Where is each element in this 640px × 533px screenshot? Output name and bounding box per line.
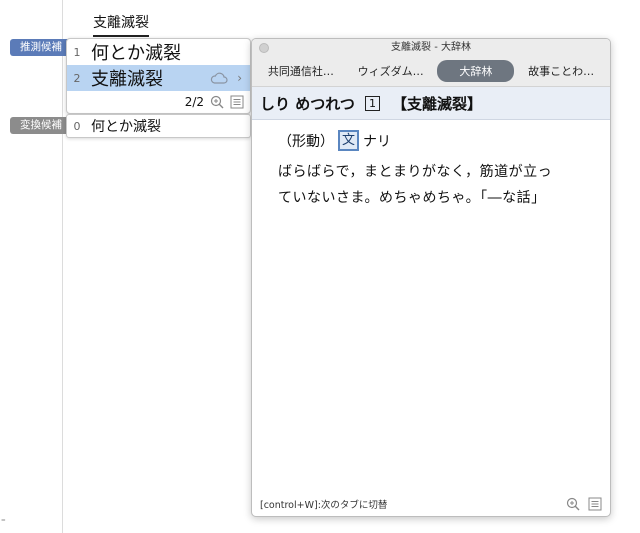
tab-wisdom[interactable]: ウィズダム… bbox=[348, 60, 434, 82]
headword-reading: しり めつれつ bbox=[260, 94, 355, 113]
tab-kyodo[interactable]: 共同通信社… bbox=[258, 60, 344, 82]
prediction-candidate-panel: 1 何とか滅裂 2 支離滅裂 › 2/2 bbox=[66, 38, 251, 114]
candidate-index: 1 bbox=[73, 45, 81, 59]
corner-mark: ⁼ bbox=[0, 515, 7, 528]
composing-text: 支離滅裂 bbox=[93, 14, 149, 37]
candidate-index: 2 bbox=[73, 71, 81, 85]
zoom-in-icon[interactable] bbox=[566, 497, 580, 511]
headword-kanji: 【支離滅裂】 bbox=[391, 94, 482, 113]
dictionary-window-title: 支離滅裂 - 大辞林 bbox=[391, 42, 471, 53]
prediction-label: 推測候補 bbox=[10, 39, 72, 56]
definition-line-2: ていないさま。めちゃめちゃ。「―な話」 bbox=[278, 190, 546, 206]
dictionary-titlebar: 支離滅裂 - 大辞林 bbox=[252, 39, 610, 56]
candidate-text: 何とか滅裂 bbox=[91, 43, 181, 64]
part-of-speech-line: （形動） 文 ナリ bbox=[278, 130, 596, 151]
page-indicator: 2/2 bbox=[184, 95, 204, 109]
candidate-row-1[interactable]: 1 何とか滅裂 bbox=[67, 39, 250, 65]
close-window-button[interactable] bbox=[259, 43, 269, 53]
list-icon[interactable] bbox=[588, 497, 602, 511]
chevron-right-icon[interactable]: › bbox=[237, 71, 242, 85]
cloud-icon bbox=[210, 72, 228, 84]
literary-form-badge: 文 bbox=[338, 130, 359, 151]
candidate-row-2-selected[interactable]: 2 支離滅裂 › bbox=[67, 65, 250, 91]
left-margin-rule bbox=[62, 0, 63, 533]
shortcut-hint: [control+W]:次のタブに切替 bbox=[260, 500, 388, 511]
candidate-index: 0 bbox=[73, 119, 81, 133]
dictionary-footer: [control+W]:次のタブに切替 bbox=[252, 492, 610, 516]
conversion-candidate-panel[interactable]: 0 何とか滅裂 bbox=[66, 114, 251, 138]
definition-line-1: ばらばらで，まとまりがなく，筋道が立っ bbox=[278, 164, 553, 180]
tab-kotowaza[interactable]: 故事ことわ… bbox=[518, 60, 604, 82]
pos-prefix: （形動） bbox=[278, 133, 334, 150]
conversion-label: 変換候補 bbox=[10, 117, 72, 134]
zoom-in-icon[interactable] bbox=[210, 95, 224, 109]
list-icon[interactable] bbox=[230, 95, 244, 109]
dictionary-tab-bar: 共同通信社… ウィズダム… 大辞林 故事ことわ… bbox=[252, 56, 610, 87]
dictionary-window: 支離滅裂 - 大辞林 共同通信社… ウィズダム… 大辞林 故事ことわ… しり め… bbox=[251, 38, 611, 517]
tab-daijirin[interactable]: 大辞林 bbox=[437, 60, 515, 82]
candidate-text: 支離滅裂 bbox=[91, 69, 163, 90]
headword-bar: しり めつれつ 1 【支離滅裂】 bbox=[252, 87, 610, 120]
pos-suffix: ナリ bbox=[363, 133, 391, 150]
candidate-text: 何とか滅裂 bbox=[91, 119, 161, 135]
candidate-footer: 2/2 bbox=[67, 91, 250, 113]
dictionary-entry-body: （形動） 文 ナリ ばらばらで，まとまりがなく，筋道が立っ ていないさま。めちゃ… bbox=[252, 120, 610, 211]
sense-number: 1 bbox=[364, 95, 380, 111]
